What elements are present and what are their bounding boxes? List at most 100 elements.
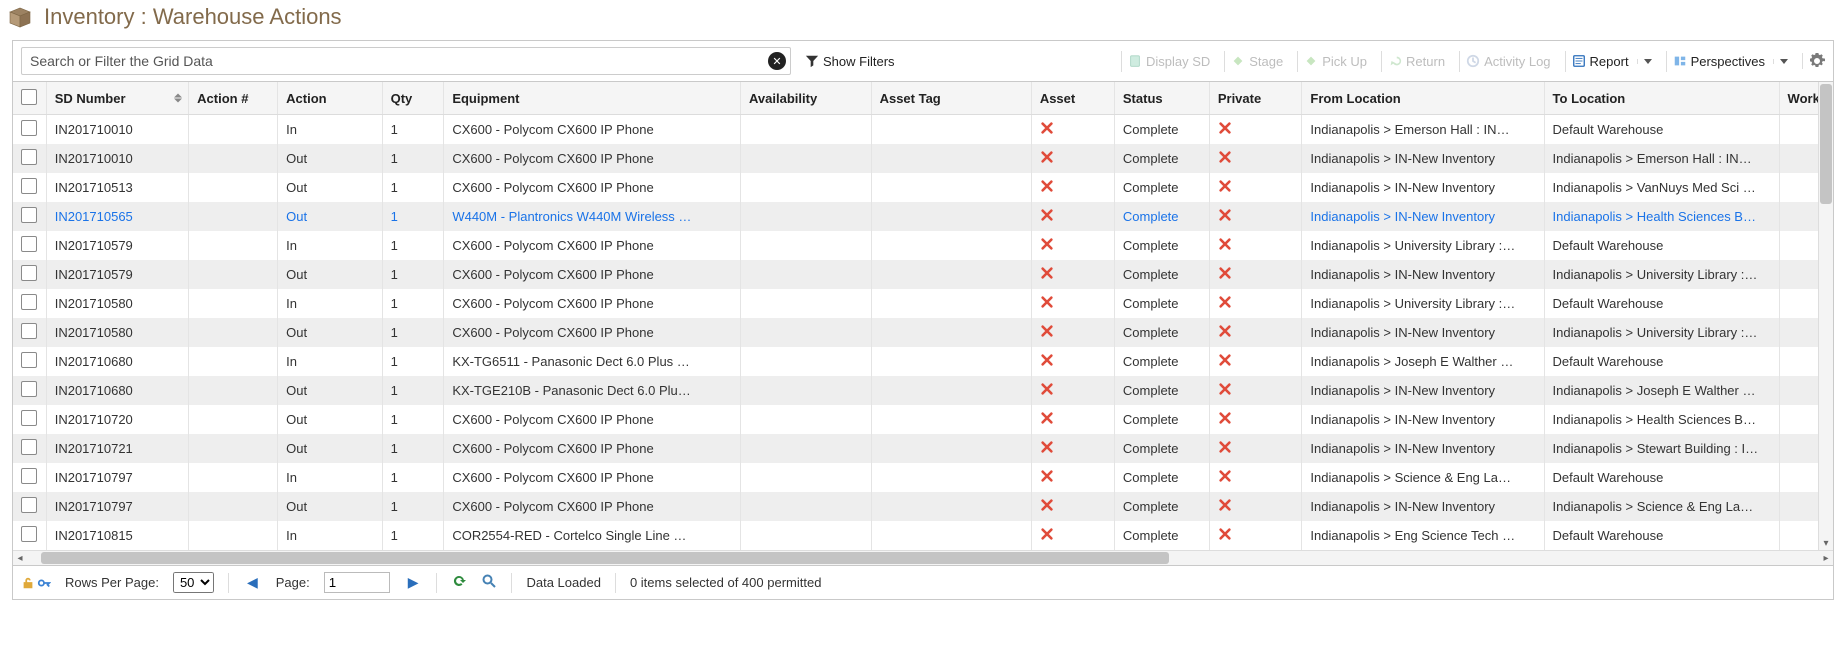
cell-action-number xyxy=(189,260,278,289)
cell-equipment: CX600 - Polycom CX600 IP Phone xyxy=(444,405,741,434)
col-status[interactable]: Status xyxy=(1114,82,1209,115)
row-checkbox-cell[interactable] xyxy=(13,318,46,347)
cell-to-location: Default Warehouse xyxy=(1544,521,1779,550)
pickup-button[interactable]: Pick Up xyxy=(1297,51,1373,72)
show-filters-button[interactable]: Show Filters xyxy=(799,51,901,72)
table-row[interactable]: IN201710797In1CX600 - Polycom CX600 IP P… xyxy=(13,463,1833,492)
scrollbar-thumb[interactable] xyxy=(1820,84,1832,204)
row-checkbox-cell[interactable] xyxy=(13,376,46,405)
table-row[interactable]: IN201710580In1CX600 - Polycom CX600 IP P… xyxy=(13,289,1833,318)
cell-private xyxy=(1209,376,1302,405)
report-dropdown[interactable] xyxy=(1637,59,1652,64)
stage-button[interactable]: Stage xyxy=(1224,51,1289,72)
display-sd-button[interactable]: Display SD xyxy=(1121,51,1216,72)
x-icon xyxy=(1218,353,1232,367)
cell-status: Complete xyxy=(1114,289,1209,318)
x-icon xyxy=(1040,121,1054,135)
table-row[interactable]: IN201710815In1COR2554-RED - Cortelco Sin… xyxy=(13,521,1833,550)
table-row[interactable]: IN201710565Out1W440M - Plantronics W440M… xyxy=(13,202,1833,231)
table-row[interactable]: IN201710680In1KX-TG6511 - Panasonic Dect… xyxy=(13,347,1833,376)
table-row[interactable]: IN201710010Out1CX600 - Polycom CX600 IP … xyxy=(13,144,1833,173)
cell-to-location: Indianapolis > Stewart Building : I… xyxy=(1544,434,1779,463)
table-row[interactable]: IN201710579Out1CX600 - Polycom CX600 IP … xyxy=(13,260,1833,289)
clear-icon[interactable]: ✕ xyxy=(768,52,786,70)
col-from-location[interactable]: From Location xyxy=(1302,82,1544,115)
sort-indicator-icon xyxy=(174,94,182,103)
row-checkbox-cell[interactable] xyxy=(13,260,46,289)
cell-qty: 1 xyxy=(382,347,444,376)
table-row[interactable]: IN201710010In1CX600 - Polycom CX600 IP P… xyxy=(13,115,1833,145)
cell-from-location: Indianapolis > IN-New Inventory xyxy=(1302,260,1544,289)
row-checkbox-cell[interactable] xyxy=(13,202,46,231)
page-number-input[interactable] xyxy=(324,572,390,593)
col-action[interactable]: Action xyxy=(278,82,382,115)
scroll-right-arrow-icon[interactable]: ▸ xyxy=(1819,551,1833,565)
table-row[interactable]: IN201710720Out1CX600 - Polycom CX600 IP … xyxy=(13,405,1833,434)
prev-page-button[interactable]: ▶ xyxy=(243,574,262,591)
row-checkbox-cell[interactable] xyxy=(13,231,46,260)
cell-action-number xyxy=(189,318,278,347)
row-checkbox-cell[interactable] xyxy=(13,115,46,145)
toolbar: ✕ Show Filters Display SD Stage Pick Up xyxy=(13,41,1833,82)
x-icon xyxy=(1040,527,1054,541)
stage-icon xyxy=(1231,54,1245,68)
cell-action: In xyxy=(278,289,382,318)
col-asset[interactable]: Asset xyxy=(1031,82,1114,115)
refresh-button[interactable] xyxy=(451,573,467,592)
table-row[interactable]: IN201710580Out1CX600 - Polycom CX600 IP … xyxy=(13,318,1833,347)
table-row[interactable]: IN201710513Out1CX600 - Polycom CX600 IP … xyxy=(13,173,1833,202)
rows-per-page-select[interactable]: 50 xyxy=(173,572,214,593)
row-checkbox-cell[interactable] xyxy=(13,521,46,550)
cell-private xyxy=(1209,434,1302,463)
activity-log-button[interactable]: Activity Log xyxy=(1459,51,1556,72)
col-action-number[interactable]: Action # xyxy=(189,82,278,115)
cell-private xyxy=(1209,492,1302,521)
search-input[interactable] xyxy=(22,48,790,74)
cell-from-location: Indianapolis > IN-New Inventory xyxy=(1302,492,1544,521)
row-checkbox-cell[interactable] xyxy=(13,144,46,173)
perspectives-dropdown[interactable] xyxy=(1773,59,1788,64)
settings-button[interactable] xyxy=(1802,53,1825,69)
row-checkbox-cell[interactable] xyxy=(13,434,46,463)
lock-key-icons[interactable] xyxy=(21,576,51,590)
table-row[interactable]: IN201710579In1CX600 - Polycom CX600 IP P… xyxy=(13,231,1833,260)
row-checkbox-cell[interactable] xyxy=(13,492,46,521)
scrollbar-thumb[interactable] xyxy=(41,552,1169,564)
col-asset-tag[interactable]: Asset Tag xyxy=(871,82,1031,115)
vertical-scrollbar[interactable]: ▾ xyxy=(1818,82,1833,550)
col-availability[interactable]: Availability xyxy=(741,82,872,115)
return-button[interactable]: Return xyxy=(1381,51,1451,72)
col-equipment[interactable]: Equipment xyxy=(444,82,741,115)
cell-availability xyxy=(741,260,872,289)
scroll-down-arrow-icon[interactable]: ▾ xyxy=(1819,536,1833,550)
cell-action: Out xyxy=(278,405,382,434)
horizontal-scrollbar[interactable]: ◂ ▸ xyxy=(13,550,1833,565)
row-checkbox-cell[interactable] xyxy=(13,463,46,492)
cell-to-location: Indianapolis > Emerson Hall : IN… xyxy=(1544,144,1779,173)
col-sd-number[interactable]: SD Number xyxy=(46,82,188,115)
checkbox-icon xyxy=(21,439,37,455)
col-to-location[interactable]: To Location xyxy=(1544,82,1779,115)
row-checkbox-cell[interactable] xyxy=(13,173,46,202)
x-icon xyxy=(1218,498,1232,512)
cell-sd-number: IN201710565 xyxy=(46,202,188,231)
col-private[interactable]: Private xyxy=(1209,82,1302,115)
select-all-header[interactable] xyxy=(13,82,46,115)
col-qty[interactable]: Qty xyxy=(382,82,444,115)
row-checkbox-cell[interactable] xyxy=(13,405,46,434)
cell-action-number xyxy=(189,521,278,550)
next-page-button[interactable]: ▶ xyxy=(404,574,423,591)
row-checkbox-cell[interactable] xyxy=(13,347,46,376)
cell-asset-tag xyxy=(871,231,1031,260)
table-row[interactable]: IN201710721Out1CX600 - Polycom CX600 IP … xyxy=(13,434,1833,463)
scroll-left-arrow-icon[interactable]: ◂ xyxy=(13,551,27,565)
cell-status: Complete xyxy=(1114,202,1209,231)
table-row[interactable]: IN201710797Out1CX600 - Polycom CX600 IP … xyxy=(13,492,1833,521)
row-checkbox-cell[interactable] xyxy=(13,289,46,318)
perspectives-button[interactable]: Perspectives xyxy=(1666,51,1794,72)
chevron-down-icon xyxy=(1644,59,1652,64)
table-row[interactable]: IN201710680Out1KX-TGE210B - Panasonic De… xyxy=(13,376,1833,405)
report-button[interactable]: Report xyxy=(1565,51,1658,72)
grid: SD Number Action # Action Qty Equipment … xyxy=(13,82,1833,550)
zoom-button[interactable] xyxy=(481,573,497,592)
